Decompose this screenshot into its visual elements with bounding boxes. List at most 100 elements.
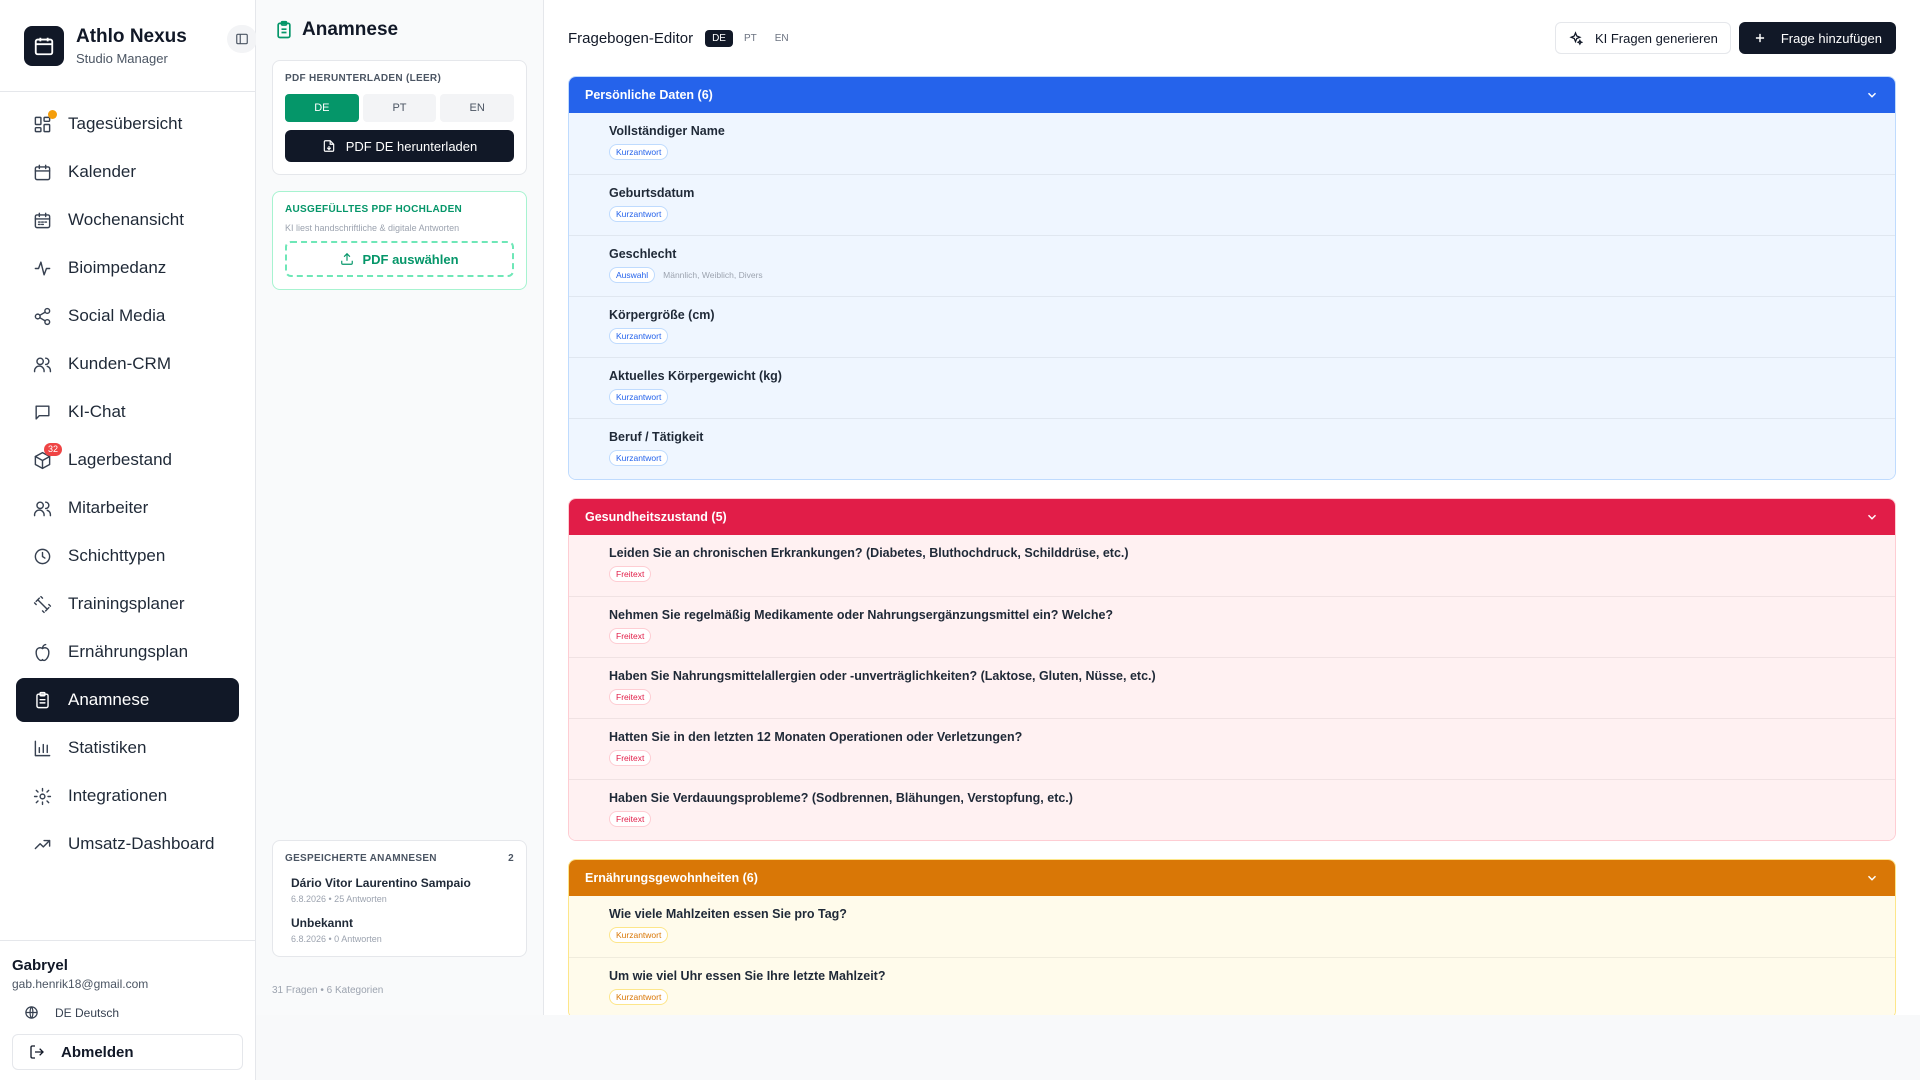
saved-label: Gespeicherte Anamnesen <box>285 853 437 864</box>
sidebar-nav: Tagesübersicht Kalender Wochenansicht Bioim… <box>0 92 255 866</box>
saved-item-name: Unbekannt <box>291 916 354 930</box>
editor-lang-de[interactable]: DE <box>705 29 733 47</box>
download-pdf-label: PDF DE herunterladen <box>345 138 478 154</box>
chevron-down-icon[interactable] <box>1865 510 1879 524</box>
select-pdf-button[interactable]: PDF auswählen <box>285 241 514 277</box>
share-icon <box>32 306 52 326</box>
saved-item[interactable]: Dário Vitor Laurentino Sampaio 6.8.2026 … <box>285 864 514 904</box>
sidebar-item-label: Wochenansicht <box>68 210 184 229</box>
plus-icon <box>1755 33 1764 43</box>
question-type-badge: Freitext <box>609 811 652 827</box>
calendar-logo-icon <box>24 25 64 66</box>
sidebar-item-wochenansicht[interactable]: Wochenansicht <box>16 198 239 242</box>
sidebar-item-bioimpedanz[interactable]: Bioimpedanz <box>16 246 239 290</box>
logout-button[interactable]: Abmelden <box>12 1034 243 1070</box>
question-type-badge: Freitext <box>609 689 652 705</box>
sidebar-item-integrationen[interactable]: Integrationen <box>16 774 239 818</box>
dumbbell-icon <box>32 594 52 614</box>
question-row[interactable]: Hatten Sie in den letzten 12 Monaten Ope… <box>569 718 1895 779</box>
upload-label: Ausgefülltes PDF hochladen <box>285 204 463 215</box>
question-section: Ernährungsgewohnheiten (6) Wie viele Mahl… <box>568 859 1896 1015</box>
editor-lang-en[interactable]: EN <box>768 30 796 47</box>
language-switcher[interactable]: DE Deutsch <box>12 1005 243 1020</box>
saved-count: 2 <box>508 853 514 864</box>
sidebar-item-ki-chat[interactable]: KI-Chat <box>16 390 239 434</box>
question-row[interactable]: Geburtsdatum Kurzantwort <box>569 174 1895 235</box>
question-meta: Freitext <box>609 750 1855 766</box>
trending-up-icon <box>32 834 52 854</box>
question-row[interactable]: Um wie viel Uhr essen Sie Ihre letzte Ma… <box>569 957 1895 1015</box>
question-row[interactable]: Geschlecht Auswahl Männlich, Weiblich, Div… <box>569 235 1895 296</box>
ai-generate-button[interactable]: KI Fragen generieren <box>1554 22 1731 54</box>
sidebar-item-kunden-crm[interactable]: Kunden-CRM <box>16 342 239 386</box>
question-text: Um wie viel Uhr essen Sie Ihre letzte Ma… <box>609 969 886 983</box>
section-title: Gesundheitszustand (5) <box>585 510 727 524</box>
question-row[interactable]: Vollständiger Name Kurzantwort <box>569 113 1895 174</box>
notification-dot <box>48 110 57 119</box>
globe-icon <box>25 1006 38 1019</box>
sidebar-item-anamnese[interactable]: Anamnese <box>16 678 239 722</box>
questionnaire-editor: Fragebogen-Editor DE PT EN KI Fragen gen… <box>544 0 1920 1015</box>
sidebar-item-label: KI-Chat <box>68 402 126 421</box>
chevron-down-icon[interactable] <box>1865 88 1879 102</box>
section-header[interactable]: Persönliche Daten (6) <box>569 77 1895 113</box>
question-row[interactable]: Haben Sie Verdauungsprobleme? (Sodbrenne… <box>569 779 1895 840</box>
editor-toolbar: Fragebogen-Editor DE PT EN KI Fragen gen… <box>544 0 1920 76</box>
sidebar-item-mitarbeiter[interactable]: Mitarbeiter <box>16 486 239 530</box>
sidebar-item-lagerbestand[interactable]: 32 Lagerbestand <box>16 438 239 482</box>
sidebar-item-ernährungsplan[interactable]: Ernährungsplan <box>16 630 239 674</box>
question-text: Körpergröße (cm) <box>609 308 715 322</box>
sidebar-item-label: Anamnese <box>68 690 150 709</box>
sidebar-item-statistiken[interactable]: Statistiken <box>16 726 239 770</box>
saved-item[interactable]: Unbekannt 6.8.2026 • 0 Antworten <box>285 904 514 944</box>
question-type-badge: Kurzantwort <box>609 144 669 160</box>
sidebar-item-kalender[interactable]: Kalender <box>16 150 239 194</box>
sidebar-item-label: Tagesübersicht <box>68 114 183 133</box>
sidebar-item-schichttypen[interactable]: Schichttypen <box>16 534 239 578</box>
editor-lang-pt[interactable]: PT <box>737 30 764 47</box>
question-type-badge: Freitext <box>609 566 652 582</box>
question-type-badge: Freitext <box>609 750 652 766</box>
count-badge: 32 <box>43 443 62 456</box>
question-list: Vollständiger Name Kurzantwort Geburtsdatu… <box>569 113 1895 479</box>
question-row[interactable]: Leiden Sie an chronischen Erkrankungen? … <box>569 535 1895 596</box>
download-pdf-button[interactable]: PDF DE herunterladen <box>285 130 514 162</box>
calendar-icon <box>32 162 52 182</box>
section-header[interactable]: Gesundheitszustand (5) <box>569 499 1895 535</box>
clock-icon <box>32 546 52 566</box>
anamnese-panel: Anamnese PDF herunterladen (leer) DE PT … <box>256 0 544 1015</box>
sidebar-item-social-media[interactable]: Social Media <box>16 294 239 338</box>
logout-label: Abmelden <box>61 1043 134 1061</box>
user-block: Gabryel gab.henrik18@gmail.com DE Deutsc… <box>0 940 255 1080</box>
user-email: gab.henrik18@gmail.com <box>12 977 149 991</box>
upload-card: Ausgefülltes PDF hochladen KI liest hand… <box>272 191 527 290</box>
download-lang-pt[interactable]: PT <box>362 94 437 122</box>
question-row[interactable]: Körpergröße (cm) Kurzantwort <box>569 296 1895 357</box>
download-lang-en[interactable]: EN <box>440 94 515 122</box>
question-row[interactable]: Beruf / Tätigkeit Kurzantwort <box>569 418 1895 479</box>
question-row[interactable]: Aktuelles Körpergewicht (kg) Kurzantwort <box>569 357 1895 418</box>
question-meta: Freitext <box>609 628 1855 644</box>
download-card: PDF herunterladen (leer) DE PT EN PDF DE… <box>272 60 527 175</box>
sidebar-item-tagesübersicht[interactable]: Tagesübersicht <box>16 102 239 146</box>
question-meta: Kurzantwort <box>609 989 1855 1005</box>
download-lang-de[interactable]: DE <box>285 94 359 122</box>
brand-title: Athlo Nexus <box>76 25 187 47</box>
question-row[interactable]: Wie viele Mahlzeiten essen Sie pro Tag? K… <box>569 896 1895 957</box>
question-row[interactable]: Haben Sie Nahrungsmittelallergien oder -… <box>569 657 1895 718</box>
sidebar-item-label: Trainingsplaner <box>68 594 185 613</box>
chevron-down-icon[interactable] <box>1865 871 1879 885</box>
saved-header: Gespeicherte Anamnesen 2 <box>285 853 514 864</box>
question-text: Nehmen Sie regelmäßig Medikamente oder N… <box>609 608 1114 622</box>
add-question-button[interactable]: Frage hinzufügen <box>1738 22 1896 54</box>
sidebar-collapse-button[interactable] <box>227 25 257 53</box>
section-header[interactable]: Ernährungsgewohnheiten (6) <box>569 860 1895 896</box>
question-meta: Kurzantwort <box>609 206 1855 222</box>
sidebar-item-label: Kalender <box>68 162 137 181</box>
question-row[interactable]: Nehmen Sie regelmäßig Medikamente oder N… <box>569 596 1895 657</box>
sidebar-item-umsatz-dashboard[interactable]: Umsatz-Dashboard <box>16 822 239 866</box>
ai-generate-label: KI Fragen generieren <box>1594 30 1718 46</box>
question-text: Hatten Sie in den letzten 12 Monaten Ope… <box>609 730 1023 744</box>
brand-header: Athlo Nexus Studio Manager <box>0 0 257 92</box>
sidebar-item-trainingsplaner[interactable]: Trainingsplaner <box>16 582 239 626</box>
